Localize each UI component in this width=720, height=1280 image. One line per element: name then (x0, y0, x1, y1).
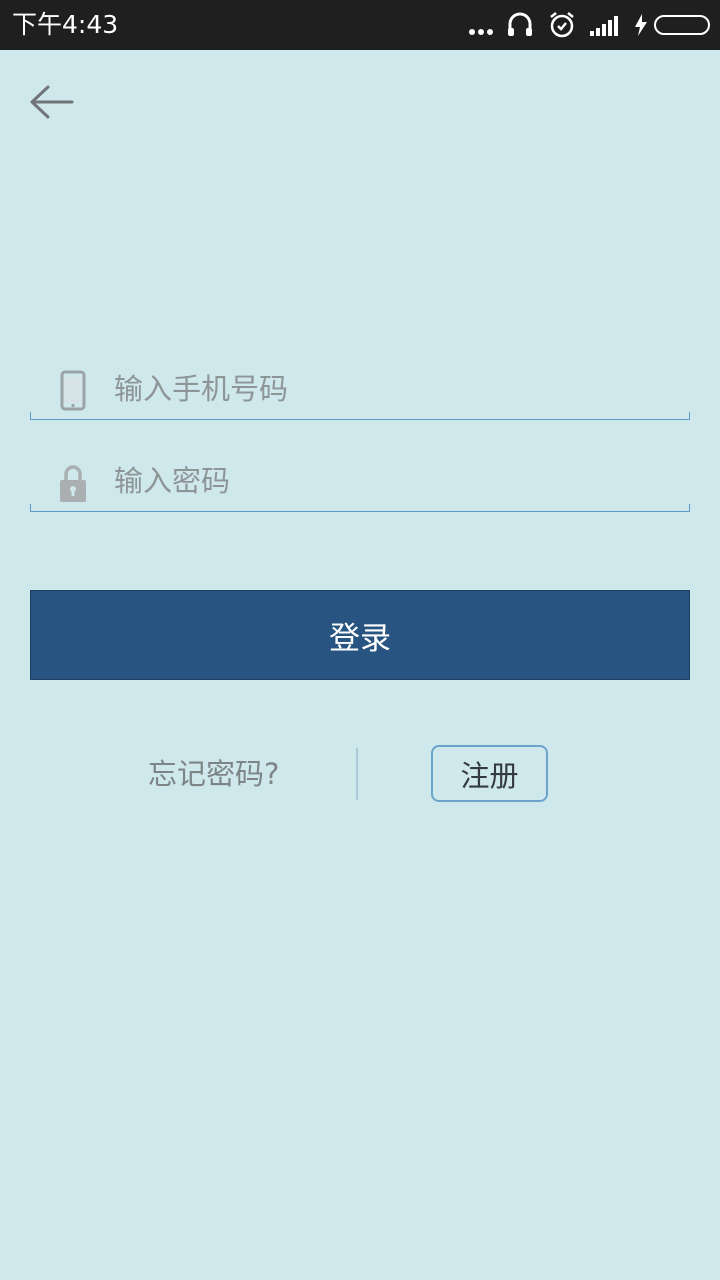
password-input-row (30, 450, 690, 512)
register-button[interactable]: 注册 (431, 745, 548, 802)
charging-icon (635, 14, 647, 36)
status-bar: 下午4:43 (0, 0, 720, 50)
more-dots-icon (469, 29, 493, 35)
status-icons (460, 0, 720, 50)
signal-icon (590, 16, 618, 36)
forgot-password-link[interactable]: 忘记密码? (148, 752, 279, 796)
phone-input-row (30, 358, 690, 420)
alarm-icon (550, 12, 574, 38)
battery-icon (654, 15, 710, 35)
headset-icon (508, 12, 532, 36)
link-divider (356, 748, 358, 800)
status-time: 下午4:43 (12, 10, 119, 39)
arrow-left-icon (30, 85, 74, 119)
lock-icon (60, 465, 86, 502)
back-button[interactable] (26, 80, 78, 124)
password-input[interactable] (114, 456, 674, 506)
login-button[interactable]: 登录 (30, 590, 690, 680)
phone-icon (60, 370, 86, 411)
phone-input[interactable] (114, 364, 674, 414)
